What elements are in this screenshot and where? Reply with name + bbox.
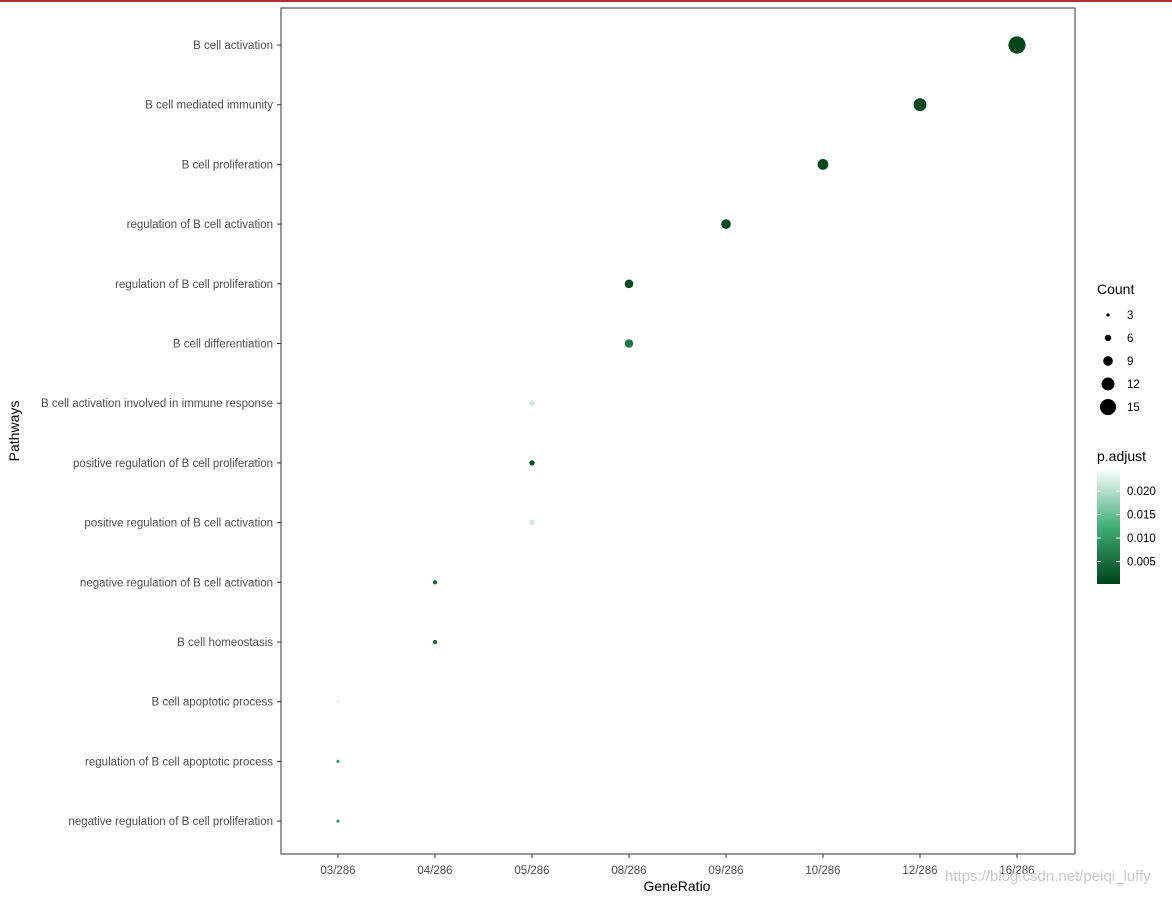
data-point xyxy=(721,219,731,229)
y-tick-label: B cell differentiation xyxy=(173,339,273,351)
watermark: https://blog.csdn.net/peiqi_luffy xyxy=(945,868,1151,885)
x-tick-label: 05/286 xyxy=(514,865,549,877)
count-legend-key xyxy=(1099,398,1117,416)
data-point xyxy=(432,639,438,645)
data-point xyxy=(336,759,340,764)
y-tick-label: regulation of B cell proliferation xyxy=(115,279,273,291)
y-tick-label: positive regulation of B cell proliferat… xyxy=(73,458,273,470)
data-point xyxy=(1008,36,1026,54)
count-legend-key xyxy=(1104,334,1112,342)
count-legend-title: Count xyxy=(1097,281,1134,297)
y-tick-label: positive regulation of B cell activation xyxy=(84,518,273,530)
x-axis-title: GeneRatio xyxy=(644,878,711,894)
y-tick-label: B cell apoptotic process xyxy=(152,697,274,709)
padjust-legend-title: p.adjust xyxy=(1097,448,1146,464)
y-tick-label: B cell mediated immunity xyxy=(145,100,273,112)
padjust-legend-label: 0.010 xyxy=(1127,533,1156,545)
x-tick-label: 08/286 xyxy=(611,865,646,877)
data-point xyxy=(336,819,340,823)
data-point xyxy=(913,98,927,112)
y-tick-label: regulation of B cell apoptotic process xyxy=(85,756,273,768)
y-tick-label: regulation of B cell activation xyxy=(127,219,273,231)
plot-panel-border xyxy=(280,7,1076,855)
x-tick-label: 03/286 xyxy=(320,865,355,877)
y-tick-label: B cell homeostasis xyxy=(177,637,273,649)
data-point xyxy=(624,279,634,289)
x-tick-label: 12/286 xyxy=(902,865,937,877)
x-tick-label: 09/286 xyxy=(708,865,743,877)
y-tick-label: negative regulation of B cell activation xyxy=(80,577,273,589)
y-tick-label: B cell activation involved in immune res… xyxy=(41,398,273,410)
data-point xyxy=(529,400,535,406)
padjust-legend-label: 0.015 xyxy=(1127,510,1156,522)
count-legend-label: 9 xyxy=(1127,356,1133,368)
padjust-legend-label: 0.005 xyxy=(1127,556,1156,568)
data-point xyxy=(529,519,535,526)
padjust-colorbar xyxy=(1097,470,1120,584)
data-point xyxy=(529,460,535,466)
count-legend-key xyxy=(1106,313,1110,317)
data-point xyxy=(432,580,438,585)
y-tick-label: negative regulation of B cell proliferat… xyxy=(68,816,273,828)
count-legend-label: 3 xyxy=(1127,310,1133,322)
count-legend-label: 6 xyxy=(1127,333,1133,345)
y-tick-label: B cell activation xyxy=(193,40,273,52)
x-tick-label: 10/286 xyxy=(805,865,840,877)
count-legend-label: 12 xyxy=(1127,379,1140,391)
count-legend-key xyxy=(1103,356,1113,366)
y-tick-label: B cell proliferation xyxy=(182,159,273,171)
data-point xyxy=(624,339,634,348)
count-legend-label: 15 xyxy=(1127,402,1140,414)
data-point xyxy=(336,700,340,704)
data-point xyxy=(817,159,829,170)
count-legend-key xyxy=(1101,377,1115,391)
padjust-legend-label: 0.020 xyxy=(1127,486,1156,498)
x-tick-label: 04/286 xyxy=(417,865,452,877)
dot-plot: B cell activation B cell mediated immunit… xyxy=(6,7,1156,894)
y-axis-title: Pathways xyxy=(6,401,22,462)
